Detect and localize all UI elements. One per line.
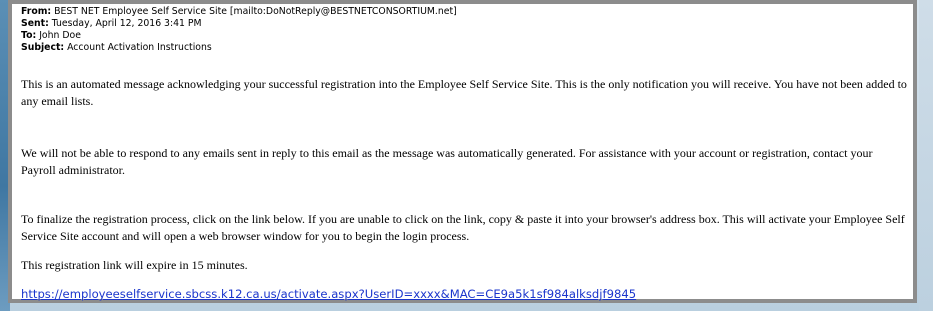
from-label: From: [21,6,52,17]
body-paragraph-instructions: To finalize the registration process, cl… [21,212,905,243]
to-label: To: [21,30,37,41]
subject-value: Account Activation Instructions [67,42,212,53]
to-value: John Doe [39,30,81,41]
background-right-strip [919,0,933,311]
body-paragraph-no-reply: We will not be able to respond to any em… [21,146,873,177]
sent-line: Sent: Tuesday, April 12, 2016 3:41 PM [21,18,457,30]
body-paragraph-registration: This is an automated message acknowledgi… [21,77,907,108]
subject-label: Subject: [21,42,65,53]
subject-line: Subject: Account Activation Instructions [21,42,457,54]
from-line: From: BEST NET Employee Self Service Sit… [21,6,457,18]
from-value: BEST NET Employee Self Service Site [mai… [54,6,457,17]
email-header: From: BEST NET Employee Self Service Sit… [21,6,457,54]
body-paragraph-expiry: This registration link will expire in 15… [21,258,248,272]
to-line: To: John Doe [21,30,457,42]
sent-value: Tuesday, April 12, 2016 3:41 PM [51,18,202,29]
email-message-frame: From: BEST NET Employee Self Service Sit… [8,0,917,303]
activation-link[interactable]: https://employeeselfservice.sbcss.k12.ca… [21,287,636,301]
sent-label: Sent: [21,18,49,29]
